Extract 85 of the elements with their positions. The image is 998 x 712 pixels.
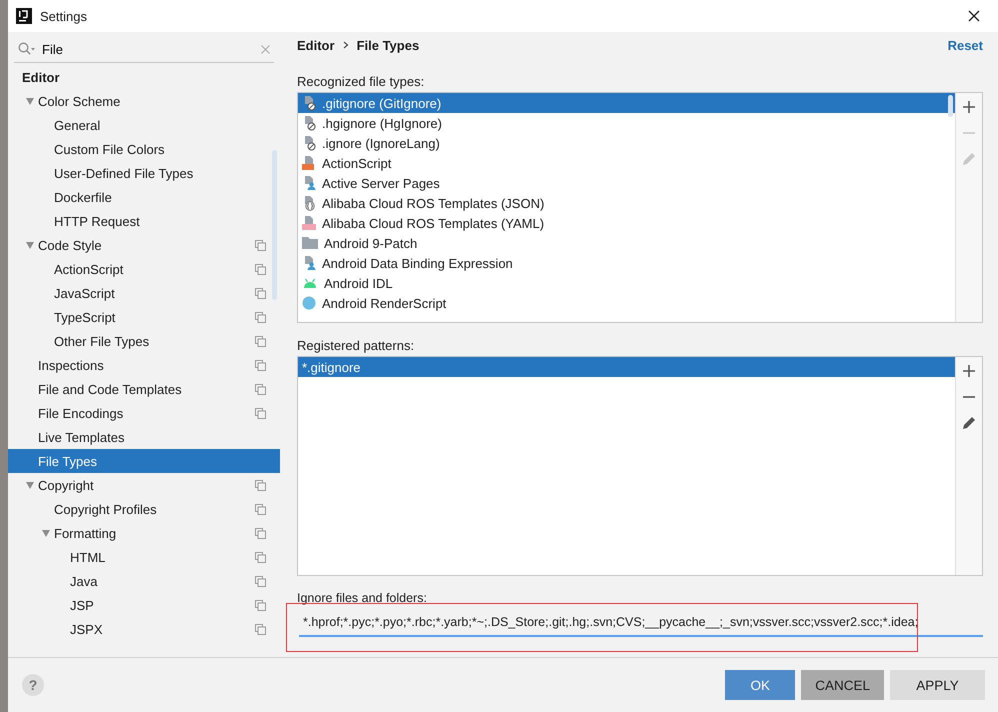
list-item[interactable]: Android IDL xyxy=(298,273,955,293)
tree-item[interactable]: Dockerfile xyxy=(8,185,280,209)
ignore-input-field[interactable]: *.hprof;*.pyc;*.pyo;*.rbc;*.yarb;*~;.DS_Store;.git;.hg;.svn;CVS;__pycache__;_svn;vssver.scc;vssver2.scc;*.idea; xyxy=(299,609,983,637)
file-icon xyxy=(302,215,316,231)
copy-icon xyxy=(255,528,266,538)
list-item[interactable]: .ignore (IgnoreLang) xyxy=(298,133,955,153)
copy-icon xyxy=(255,360,266,370)
android-icon xyxy=(302,277,318,289)
close-icon xyxy=(968,10,980,22)
copy-icon xyxy=(255,504,266,514)
copy-icon xyxy=(255,240,266,250)
tree-item[interactable]: Copyright xyxy=(8,473,280,497)
tree-item[interactable]: Custom File Colors xyxy=(8,137,280,161)
tree-item[interactable]: Code Style xyxy=(8,233,280,257)
list-item[interactable]: .hgignore (HgIgnore) xyxy=(298,113,955,133)
circle-file-icon xyxy=(302,296,316,310)
list-item[interactable]: Android Data Binding Expression xyxy=(298,253,955,273)
reset-link[interactable]: Reset xyxy=(948,38,983,52)
list-item[interactable]: Alibaba Cloud ROS Templates (YAML) xyxy=(298,213,955,233)
copy-icon xyxy=(255,264,266,274)
window-title: Settings xyxy=(40,8,88,24)
copy-icon xyxy=(255,336,266,346)
dialog-button[interactable]: APPLY xyxy=(890,670,985,700)
copy-icon xyxy=(255,552,266,562)
tree-item[interactable]: Color Scheme xyxy=(8,89,280,113)
tree-item[interactable]: Other File Types xyxy=(8,329,280,353)
breadcrumb-item: File Types xyxy=(356,38,420,52)
tree-item[interactable]: File Types xyxy=(8,449,280,473)
pencil-icon xyxy=(962,416,976,430)
pencil-icon xyxy=(962,152,976,166)
copy-icon xyxy=(255,480,266,490)
tree-item[interactable]: User-Defined File Types xyxy=(8,161,280,185)
tree-item[interactable]: Formatting xyxy=(8,521,280,545)
copy-icon xyxy=(255,288,266,298)
tree-item[interactable]: JSP xyxy=(8,593,280,617)
list-item[interactable]: ActionScript xyxy=(298,153,955,173)
plus-icon xyxy=(963,365,975,377)
field-label: Ignore files and folders: xyxy=(297,591,428,607)
section-label: Recognized file types: xyxy=(297,74,426,91)
tree-item[interactable]: Inspections xyxy=(8,353,280,377)
copy-icon xyxy=(255,312,266,322)
tree-item[interactable]: Editor xyxy=(8,65,280,89)
scrollbar[interactable] xyxy=(948,95,953,117)
person-file-icon xyxy=(302,255,316,271)
copy-icon xyxy=(255,408,266,418)
dialog-button[interactable]: OK xyxy=(725,670,796,700)
list-item[interactable]: Android 9-Patch xyxy=(298,233,955,253)
file-icon xyxy=(302,155,316,171)
tree-item[interactable]: JavaScript xyxy=(8,281,280,305)
folder-icon xyxy=(302,236,318,250)
scrollbar[interactable] xyxy=(272,150,277,300)
tree-item[interactable]: Copyright Profiles xyxy=(8,497,280,521)
tree-item[interactable]: General xyxy=(8,113,280,137)
list-item[interactable]: Android RenderScript xyxy=(298,293,955,313)
tree-item[interactable]: File Encodings xyxy=(8,401,280,425)
tree-item[interactable]: File and Code Templates xyxy=(8,377,280,401)
chevron-icon xyxy=(342,41,349,49)
clear-icon[interactable] xyxy=(261,44,270,54)
list-item[interactable]: Active Server Pages xyxy=(298,173,955,193)
list-item[interactable]: *.gitignore xyxy=(298,357,955,377)
breadcrumb-item: Editor xyxy=(297,38,335,52)
braces-file-icon xyxy=(302,195,316,211)
tree-item[interactable]: JSPX xyxy=(8,617,280,641)
dialog-button[interactable]: CANCEL xyxy=(801,670,884,700)
app-logo-icon xyxy=(16,8,32,24)
copy-icon xyxy=(255,600,266,610)
ignored-file-icon xyxy=(302,115,316,131)
copy-icon xyxy=(255,384,266,394)
tree-item[interactable]: HTML xyxy=(8,545,280,569)
search-input[interactable]: File xyxy=(42,42,255,56)
tree-item[interactable]: ActionScript xyxy=(8,257,280,281)
tree-item[interactable]: Live Templates xyxy=(8,425,280,449)
section-label: Registered patterns: xyxy=(297,338,416,355)
list-item[interactable]: .gitignore (GitIgnore) xyxy=(298,93,955,113)
person-file-icon xyxy=(302,175,316,191)
copy-icon xyxy=(255,624,266,634)
ignored-file-icon xyxy=(302,135,316,151)
tree-item[interactable]: Java xyxy=(8,569,280,593)
plus-icon xyxy=(963,101,975,113)
search-icon xyxy=(18,42,36,56)
tree-item[interactable]: HTTP Request xyxy=(8,209,280,233)
list-item[interactable]: Alibaba Cloud ROS Templates (JSON) xyxy=(298,193,955,213)
tree-item[interactable]: TypeScript xyxy=(8,305,280,329)
copy-icon xyxy=(255,576,266,586)
ignored-file-icon xyxy=(302,95,316,111)
